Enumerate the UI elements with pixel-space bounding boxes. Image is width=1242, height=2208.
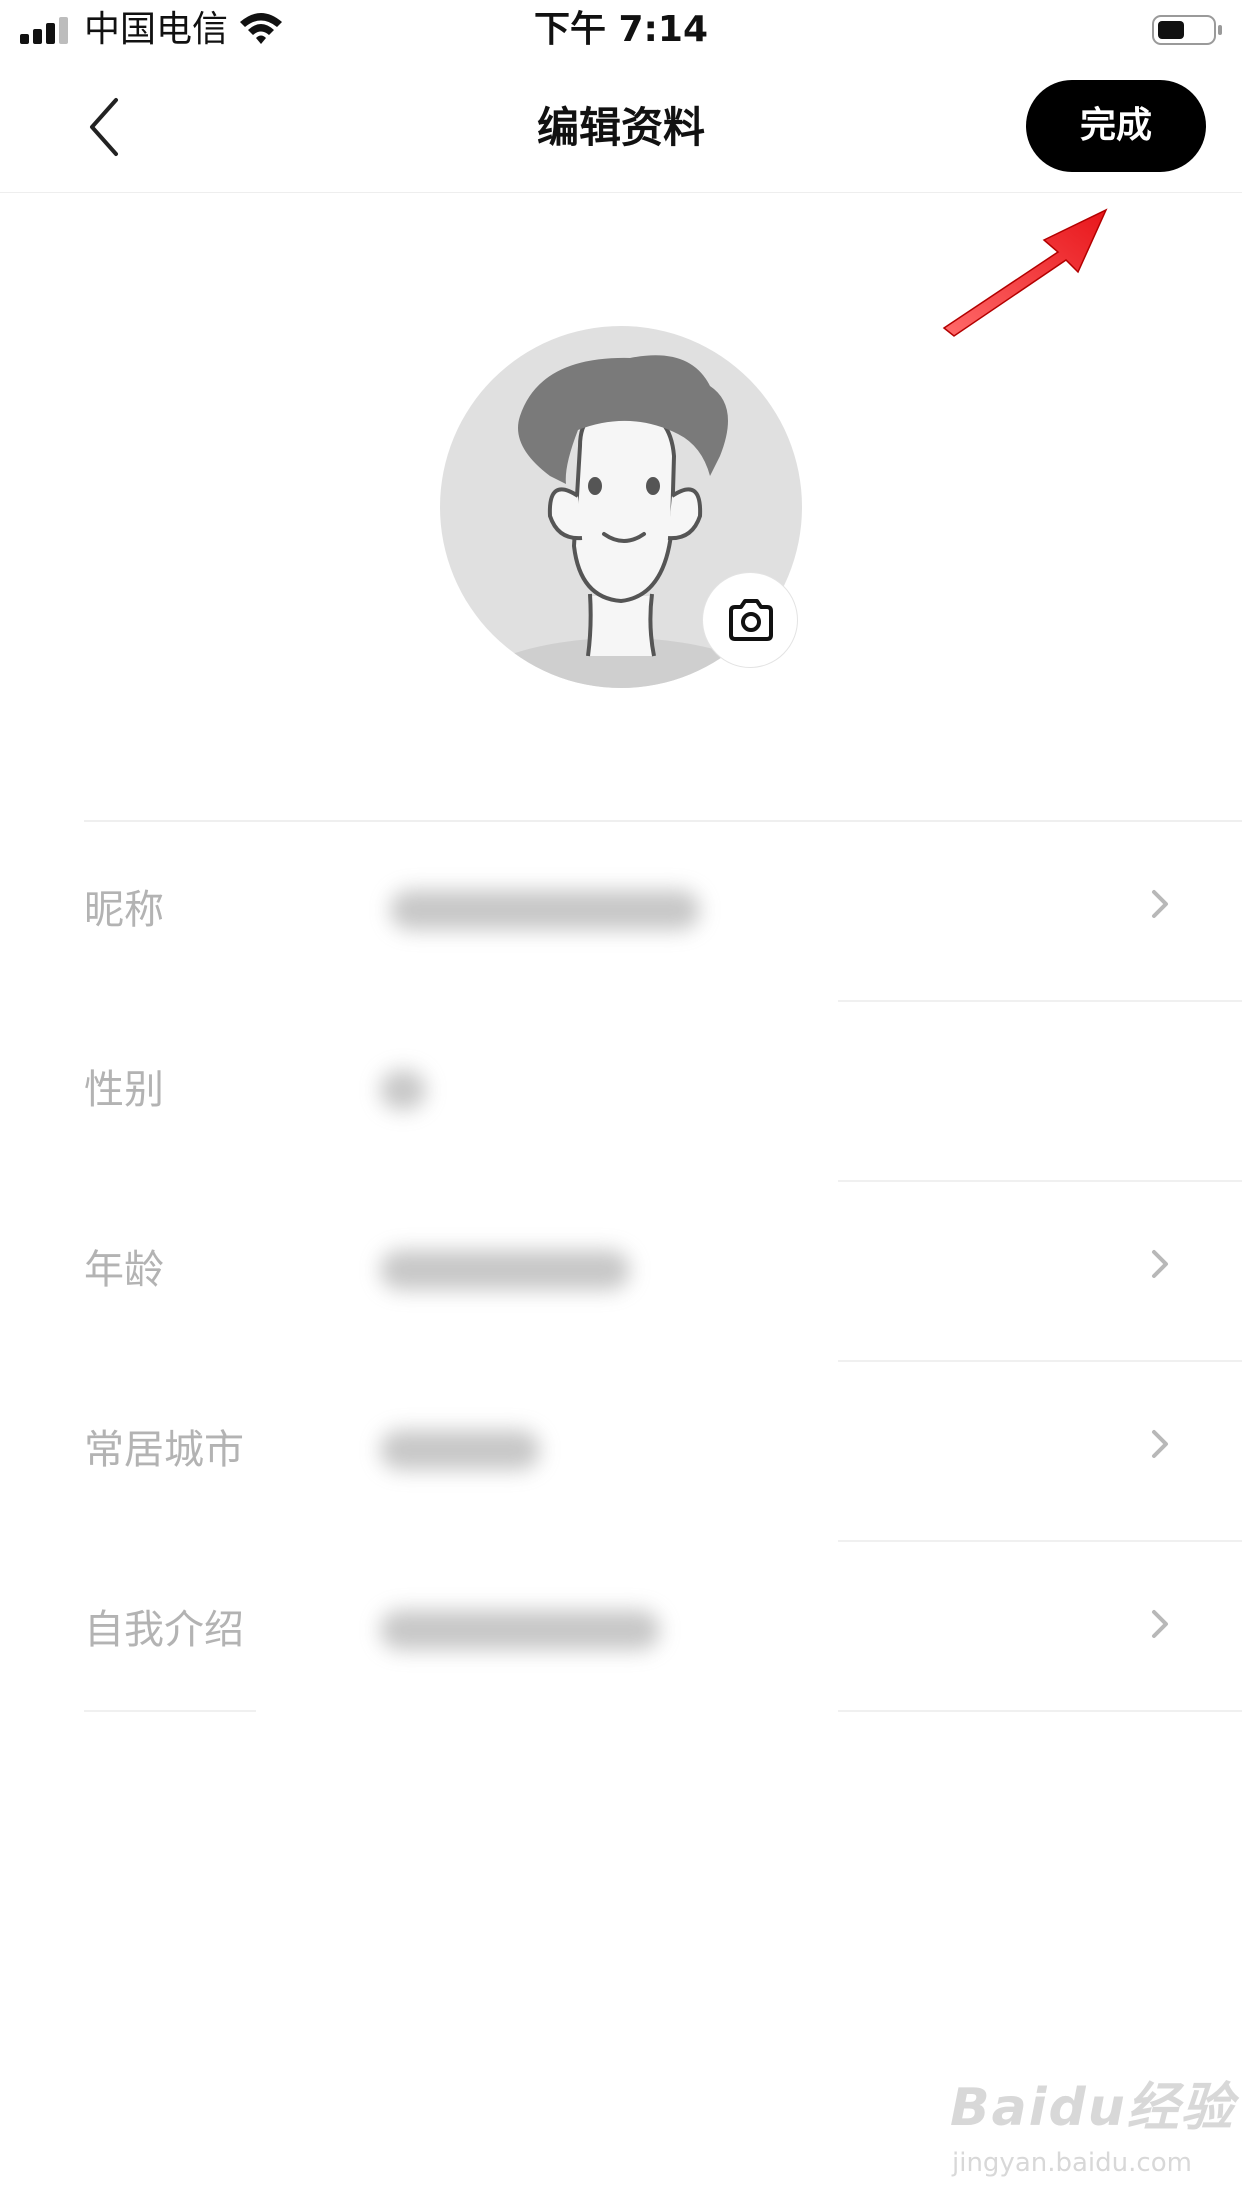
gender-label: 性别 — [84, 1067, 164, 1113]
city-value-blurred[interactable] — [380, 1430, 540, 1470]
chevron-right-icon[interactable] — [1148, 1426, 1172, 1462]
baidu-watermark-url: jingyan.baidu.com — [952, 2148, 1192, 2178]
chevron-right-icon[interactable] — [1148, 1606, 1172, 1642]
done-button[interactable]: 完成 — [1026, 80, 1206, 172]
list-divider — [838, 1360, 1242, 1362]
change-avatar-button[interactable] — [702, 572, 798, 668]
city-label: 常居城市 — [84, 1427, 244, 1473]
baidu-watermark-logo: Baidu经验 — [950, 2078, 1235, 2138]
status-bar: 中国电信 下午 7:14 — [0, 0, 1242, 64]
status-time: 下午 7:14 — [533, 9, 709, 50]
list-divider — [838, 1710, 1242, 1712]
list-divider — [84, 820, 1242, 822]
bio-value-blurred[interactable] — [380, 1610, 660, 1650]
battery-icon — [1152, 15, 1222, 45]
age-label: 年龄 — [84, 1247, 164, 1293]
nickname-value-blurred[interactable] — [390, 890, 700, 930]
gender-value-blurred[interactable] — [380, 1070, 426, 1110]
nickname-label: 昵称 — [84, 887, 164, 933]
bio-label: 自我介绍 — [84, 1607, 244, 1653]
list-divider — [84, 1710, 256, 1712]
camera-icon — [729, 599, 773, 641]
list-divider — [838, 1180, 1242, 1182]
chevron-right-icon[interactable] — [1148, 1246, 1172, 1282]
age-value-blurred[interactable] — [380, 1250, 630, 1290]
chevron-right-icon[interactable] — [1148, 886, 1172, 922]
annotation-arrow-icon — [942, 208, 1108, 337]
list-divider — [838, 1000, 1242, 1002]
list-divider — [838, 1540, 1242, 1542]
